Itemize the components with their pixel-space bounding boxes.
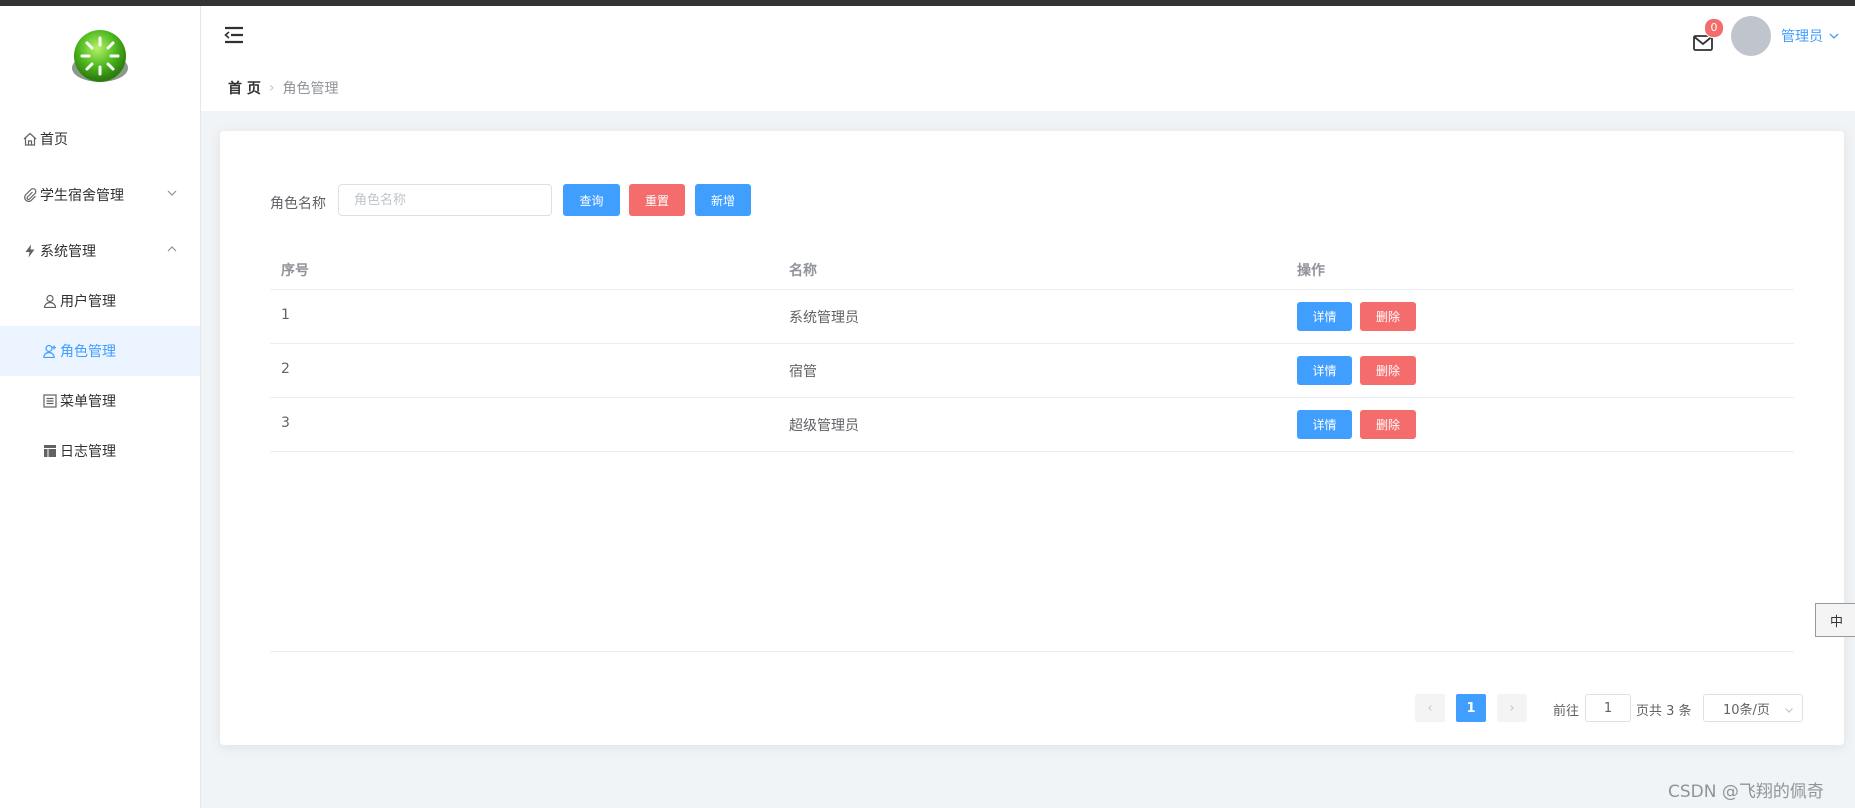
detail-button[interactable]: 详情 [1297,302,1352,331]
sidebar: 首页 学生宿舍管理 系统管理 用户管理 角色管理 菜单管理 日志管理 [0,6,201,808]
reset-button[interactable]: 重置 [629,184,685,216]
paperclip-icon [22,187,38,203]
table-row: 1 系统管理员 详情 删除 [270,290,1794,344]
sidebar-item-label: 系统管理 [40,244,96,260]
pagination-goto-input[interactable] [1585,694,1631,722]
user-menu[interactable]: 管理员 [1781,26,1840,46]
pagination-total: 页共 3 条 [1636,704,1692,719]
list-icon [42,393,58,409]
table-icon [42,443,58,459]
user-name: 管理员 [1781,29,1823,45]
sidebar-item-label: 日志管理 [60,444,116,460]
sidebar-item-menu-management[interactable]: 菜单管理 [0,376,200,426]
sidebar-item-user-management[interactable]: 用户管理 [0,276,200,326]
role-table: 序号 名称 操作 1 系统管理员 详情 删除 2 宿管 详情 删除 3 超级管理… [270,249,1794,452]
sidebar-item-label: 角色管理 [60,344,116,360]
table-row: 2 宿管 详情 删除 [270,344,1794,398]
hamburger-icon[interactable] [223,24,245,46]
chevron-down-icon [1828,30,1840,42]
column-header-actions: 操作 [1297,263,1325,279]
breadcrumb-home[interactable]: 首 页 [228,78,261,98]
user-role-icon [42,343,58,359]
row-index: 2 [281,361,290,377]
chevron-down-icon [1784,704,1794,719]
lightning-icon [22,243,38,259]
pagination-goto-label: 前往 [1553,704,1580,719]
chevron-up-icon [166,243,178,255]
sidebar-item-label: 菜单管理 [60,394,116,410]
app-logo [70,28,130,88]
content-card: 角色名称 查询 重置 新增 序号 名称 操作 1 系统管理员 详情 删除 2 宿… [220,131,1844,745]
user-icon [42,293,58,309]
role-name-label: 角色名称 [270,196,326,212]
main-area: 首 页 › 角色管理 0 管理员 角色名称 查询 重置 新增 序号 名称 操作 [201,6,1855,808]
detail-button[interactable]: 详情 [1297,410,1352,439]
ime-indicator[interactable]: 中 [1815,603,1855,637]
row-name: 超级管理员 [789,418,859,434]
column-header-index: 序号 [281,263,309,279]
page-size-value: 10条/页 [1723,702,1770,718]
sidebar-item-system-management[interactable]: 系统管理 [0,226,200,276]
delete-button[interactable]: 删除 [1360,356,1416,385]
sidebar-item-log-management[interactable]: 日志管理 [0,426,200,476]
row-index: 3 [281,415,290,431]
pagination-page-1[interactable]: 1 [1456,694,1486,722]
row-name: 系统管理员 [789,310,859,326]
sidebar-item-dorm-management[interactable]: 学生宿舍管理 [0,170,200,220]
table-header: 序号 名称 操作 [270,249,1794,290]
query-button[interactable]: 查询 [563,184,620,216]
detail-button[interactable]: 详情 [1297,356,1352,385]
sidebar-item-label: 学生宿舍管理 [40,188,124,204]
avatar[interactable] [1731,16,1771,56]
chevron-down-icon [166,187,178,199]
row-index: 1 [281,307,290,323]
delete-button[interactable]: 删除 [1360,302,1416,331]
add-button[interactable]: 新增 [695,184,751,216]
column-header-name: 名称 [789,263,817,279]
table-row: 3 超级管理员 详情 删除 [270,398,1794,452]
sidebar-item-role-management[interactable]: 角色管理 [0,326,200,376]
delete-button[interactable]: 删除 [1360,410,1416,439]
table-bottom-border [270,651,1794,652]
sidebar-item-label: 用户管理 [60,294,116,310]
watermark: CSDN @飞翔的佩奇 [1668,782,1824,802]
sidebar-item-label: 首页 [40,132,68,148]
page-size-select[interactable]: 10条/页 [1703,694,1803,722]
sidebar-item-home[interactable]: 首页 [0,114,200,164]
breadcrumb: 首 页 › 角色管理 [228,78,338,98]
pagination-prev-button[interactable]: ‹ [1415,694,1445,722]
header: 首 页 › 角色管理 0 管理员 [201,6,1855,111]
pagination-next-button[interactable]: › [1497,694,1527,722]
home-icon [22,131,38,147]
breadcrumb-separator-icon: › [268,80,275,96]
row-name: 宿管 [789,364,817,380]
notification-badge: 0 [1704,18,1724,38]
role-name-input[interactable] [338,184,552,216]
breadcrumb-current: 角色管理 [282,81,339,97]
